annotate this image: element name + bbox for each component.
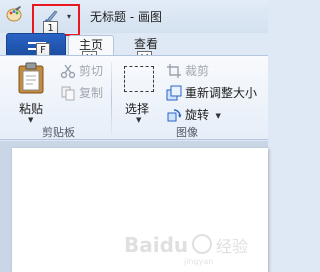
select-label: 选择 <box>125 102 150 116</box>
crop-icon <box>166 63 182 79</box>
title-bar: ▾ 无标题 - 画图 <box>0 0 268 36</box>
svg-text:Baidu: Baidu <box>124 233 188 257</box>
resize-icon <box>166 85 182 101</box>
clipboard-group-label: 剪贴板 <box>42 126 75 139</box>
scissors-icon <box>60 63 76 79</box>
drawing-canvas[interactable]: Baidu 经验 jingyan <box>12 148 268 272</box>
select-dropdown-icon: ▼ <box>136 116 142 124</box>
rotate-dropdown-icon: ▼ <box>215 112 221 120</box>
cut-button[interactable]: 剪切 <box>60 62 103 80</box>
paste-label: 粘贴 <box>19 102 44 116</box>
rotate-icon <box>166 107 182 123</box>
baidu-watermark-logo: Baidu 经验 jingyan <box>124 233 248 266</box>
clipboard-icon <box>18 62 44 94</box>
copy-icon <box>60 85 76 101</box>
crop-button[interactable]: 裁剪 <box>166 62 209 80</box>
paste-button[interactable]: 粘贴 ▼ <box>14 60 48 124</box>
resize-label: 重新调整大小 <box>185 86 258 100</box>
crop-label: 裁剪 <box>185 64 210 78</box>
svg-text:jingyan: jingyan <box>183 257 213 266</box>
paint-app-icon[interactable] <box>6 6 22 22</box>
cut-label: 剪切 <box>79 64 104 78</box>
window-title: 无标题 - 画图 <box>90 10 162 24</box>
group-divider <box>111 62 112 138</box>
copy-button[interactable]: 复制 <box>60 84 103 102</box>
tab-home-label: 主页 <box>78 38 103 52</box>
ribbon-panel: 粘贴 ▼ 剪切 复制 剪贴板 选择 ▼ 裁剪 重新调整大小 旋转 ▼ 图像 <box>0 55 268 140</box>
tab-view-label: 查看 <box>133 37 158 51</box>
rotate-button[interactable]: 旋转 ▼ <box>166 106 221 124</box>
select-button[interactable]: 选择 ▼ <box>120 60 160 124</box>
image-group-label: 图像 <box>176 126 198 139</box>
customize-toolbar-dropdown[interactable]: ▾ <box>64 11 74 23</box>
svg-text:经验: 经验 <box>216 237 248 256</box>
resize-button[interactable]: 重新调整大小 <box>166 84 257 102</box>
copy-label: 复制 <box>79 86 104 100</box>
rotate-label: 旋转 <box>185 108 210 122</box>
selection-rectangle-icon <box>124 66 154 92</box>
canvas-workspace: Baidu 经验 jingyan <box>0 141 268 272</box>
paste-dropdown-icon: ▼ <box>28 116 34 124</box>
